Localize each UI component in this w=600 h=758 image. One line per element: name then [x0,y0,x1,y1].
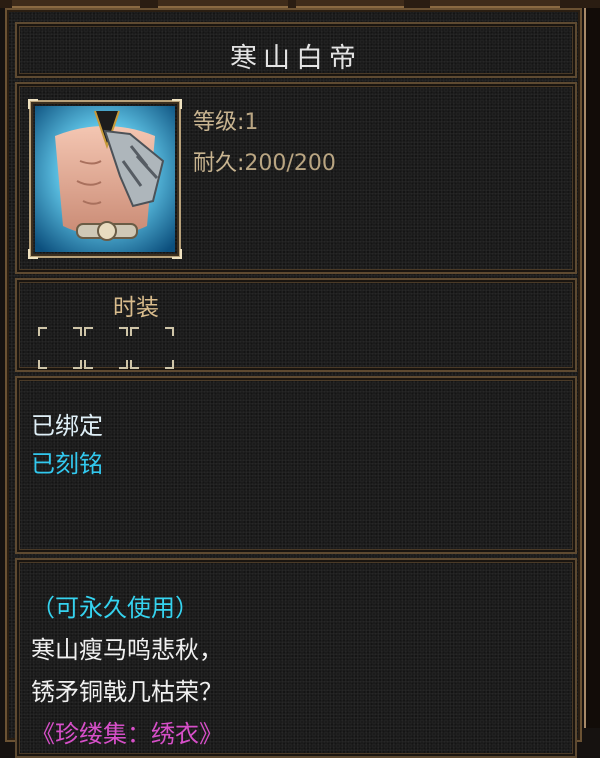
permanent-use-note: （可永久使用） [31,594,199,622]
item-source: 《珍缕集：绣衣》 [31,720,223,748]
description-section: （可永久使用） 寒山瘦马鸣悲秋， 锈矛铜戟几枯荣？ 《珍缕集：绣衣》 [15,558,577,758]
top-bar [0,0,600,8]
top-tab-4[interactable] [430,0,560,8]
fashion-section: 时装 [15,278,577,372]
level-value: 1 [244,110,259,135]
fashion-slot-2[interactable] [84,327,128,369]
item-info-section: 等级:1 耐久:200/200 [15,82,577,274]
durability-stat: 耐久:200/200 [193,145,336,177]
fashion-label: 时装 [113,295,159,321]
engraved-status: 已刻铭 [31,450,103,478]
fashion-slot-3[interactable] [130,327,174,369]
level-stat: 等级:1 [193,104,258,136]
armor-portrait-icon [35,106,175,252]
item-name: 寒山白帝 [230,43,362,74]
item-portrait [28,99,182,259]
description-line-2: 锈矛铜戟几枯荣？ [31,678,223,706]
fashion-slot-1[interactable] [38,327,82,369]
durability-label: 耐久: [193,151,245,176]
item-tooltip-panel: 寒山白帝 等级:1 耐久:200/200 时装 已绑定 已刻铭 （可永久使用） … [5,8,582,758]
durability-value: 200/200 [244,151,336,176]
top-tab-2[interactable] [158,0,288,8]
binding-section: 已绑定 已刻铭 [15,376,577,554]
description-line-1: 寒山瘦马鸣悲秋， [31,636,223,664]
bound-status: 已绑定 [31,412,103,440]
title-section: 寒山白帝 [15,22,577,78]
right-frame-edge [584,8,600,728]
level-label: 等级: [193,110,245,135]
top-tab-3[interactable] [296,0,404,8]
top-tab-1[interactable] [12,0,140,8]
